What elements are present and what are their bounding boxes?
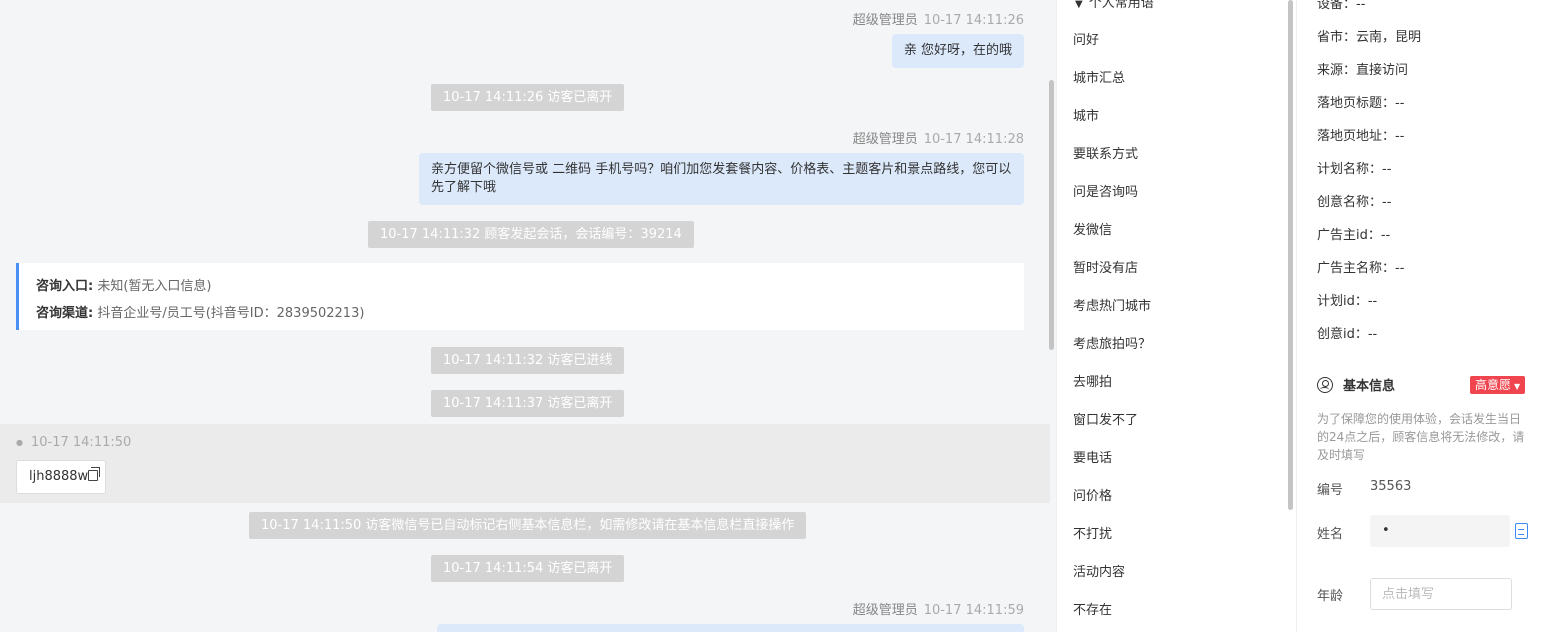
phrase-item[interactable]: 要电话: [1073, 447, 1112, 466]
phrase-group-title: 个人常用语: [1088, 0, 1154, 11]
document-icon[interactable]: [1515, 523, 1528, 539]
consult-channel-value: 抖音企业号/员工号(抖音号ID：2839502213): [97, 306, 365, 321]
message-meta: 超级管理员 10-17 14:11:59: [853, 599, 1024, 618]
phrase-item[interactable]: 窗口发不了: [1073, 409, 1138, 428]
phrase-item[interactable]: 不打扰: [1073, 523, 1112, 542]
phrase-item[interactable]: 考虑旅拍吗？: [1073, 333, 1151, 352]
phrase-item[interactable]: 考虑热门城市: [1073, 295, 1151, 314]
sender-name: 超级管理员: [852, 603, 918, 618]
agent-message-bubble: 亲 您好呀，在的哦: [891, 34, 1024, 68]
info-source: 来源：直接访问: [1317, 63, 1409, 78]
consult-entry-label: 咨询入口:: [36, 279, 94, 294]
message-meta: 超级管理员 10-17 14:11:26: [853, 9, 1024, 28]
caret-down-icon: ▼: [1514, 382, 1521, 391]
consult-entry-row: 咨询入口: 未知(暂无入口信息): [36, 273, 1024, 300]
phrase-item[interactable]: 问好: [1073, 29, 1099, 48]
phrase-item[interactable]: 发微信: [1073, 219, 1112, 238]
intent-label: 高意愿: [1475, 378, 1512, 392]
basic-info-header: 基本信息: [1317, 375, 1395, 394]
info-province: 省市：云南，昆明: [1317, 30, 1422, 45]
consult-channel-label: 咨询渠道:: [36, 306, 94, 321]
user-circle-icon: [1317, 376, 1333, 393]
chat-scrollbar[interactable]: [1049, 80, 1054, 350]
phrase-item[interactable]: 要联系方式: [1073, 143, 1138, 162]
message-time: 10-17 14:11:28: [923, 132, 1024, 147]
phrase-item[interactable]: 城市: [1073, 105, 1099, 124]
sender-name: 超级管理员: [852, 13, 918, 28]
message-time: 10-17 14:11:26: [923, 13, 1024, 28]
phrases-scrollbar[interactable]: [1288, 0, 1293, 510]
age-input[interactable]: [1370, 578, 1512, 610]
info-creative-id: 创意id：--: [1317, 327, 1378, 342]
chevron-down-icon: ▼: [1075, 0, 1083, 10]
number-value: 35563: [1370, 479, 1412, 494]
system-notice: 10-17 14:11:32 顾客发起会话，会话编号：39214: [368, 221, 694, 248]
visitor-info-panel: 设备：-- 省市：云南，昆明 来源：直接访问 落地页标题：-- 落地页地址：--…: [1296, 0, 1567, 632]
phrase-item[interactable]: 活动内容: [1073, 561, 1125, 580]
info-advertiser-id: 广告主id：--: [1317, 228, 1391, 243]
phrase-group-header[interactable]: ▼ 个人常用语: [1075, 0, 1154, 11]
number-label: 编号: [1317, 483, 1344, 498]
info-device: 设备：--: [1317, 0, 1366, 12]
consult-channel-row: 咨询渠道: 抖音企业号/员工号(抖音号ID：2839502213): [36, 300, 1024, 327]
phrase-item[interactable]: 问是咨询吗: [1073, 181, 1138, 200]
consult-entry-value: 未知(暂无入口信息): [97, 279, 212, 294]
edit-notice: 为了保障您的使用体验，会话发生当日的24点之后，顾客信息将无法修改，请及时填写: [1317, 412, 1525, 462]
system-notice: 10-17 14:11:54 访客已离开: [431, 555, 625, 582]
info-plan-name: 计划名称：--: [1317, 162, 1392, 177]
system-notice: 10-17 14:11:50 访客微信号已自动标记右侧基本信息栏，如需修改请在基…: [249, 512, 807, 539]
info-landing-url: 落地页地址：--: [1317, 129, 1405, 144]
visitor-message-time: ● 10-17 14:11:50: [16, 435, 131, 450]
quick-phrases-panel: ▼ 个人常用语 问好 城市汇总 城市 要联系方式 问是咨询吗 发微信 暂时没有店 …: [1056, 0, 1296, 632]
basic-info-title: 基本信息: [1343, 379, 1396, 394]
phrase-item[interactable]: 不存在: [1073, 599, 1112, 618]
copy-icon[interactable]: [88, 467, 101, 481]
bullet-icon: ●: [16, 438, 23, 447]
info-landing-title: 落地页标题：--: [1317, 96, 1405, 111]
info-advertiser-name: 广告主名称：--: [1317, 261, 1405, 276]
name-field[interactable]: •: [1370, 515, 1510, 547]
consult-info-card: 咨询入口: 未知(暂无入口信息) 咨询渠道: 抖音企业号/员工号(抖音号ID：2…: [16, 263, 1024, 330]
info-plan-id: 计划id：--: [1317, 294, 1378, 309]
system-notice: 10-17 14:11:32 访客已进线: [431, 347, 625, 374]
system-notice: 10-17 14:11:37 访客已离开: [431, 390, 625, 417]
phrase-item[interactable]: 暂时没有店: [1073, 257, 1138, 276]
phrase-item[interactable]: 去哪拍: [1073, 371, 1112, 390]
visitor-wechat-message[interactable]: ljh8888w: [16, 460, 106, 494]
name-label: 姓名: [1317, 527, 1344, 542]
message-meta: 超级管理员 10-17 14:11:28: [853, 128, 1024, 147]
visitor-time-text: 10-17 14:11:50: [30, 435, 132, 450]
phrase-item[interactable]: 问价格: [1073, 485, 1112, 504]
info-creative-name: 创意名称：--: [1317, 195, 1392, 210]
visitor-wechat-text: ljh8888w: [29, 469, 89, 484]
age-label: 年龄: [1317, 589, 1344, 604]
agent-message-bubble: [437, 624, 1024, 632]
sender-name: 超级管理员: [852, 132, 918, 147]
visitor-message-row: [0, 424, 1050, 503]
chat-panel: 超级管理员 10-17 14:11:26 亲 您好呀，在的哦 10-17 14:1…: [0, 0, 1050, 632]
intent-dropdown[interactable]: 高意愿 ▼: [1470, 376, 1526, 394]
agent-message-bubble: 亲方便留个微信号或 二维码 手机号吗？咱们加您发套餐内容、价格表、主题客片和景点…: [419, 153, 1024, 205]
message-time: 10-17 14:11:59: [923, 603, 1024, 618]
system-notice: 10-17 14:11:26 访客已离开: [431, 84, 625, 111]
phrase-item[interactable]: 城市汇总: [1073, 67, 1125, 86]
